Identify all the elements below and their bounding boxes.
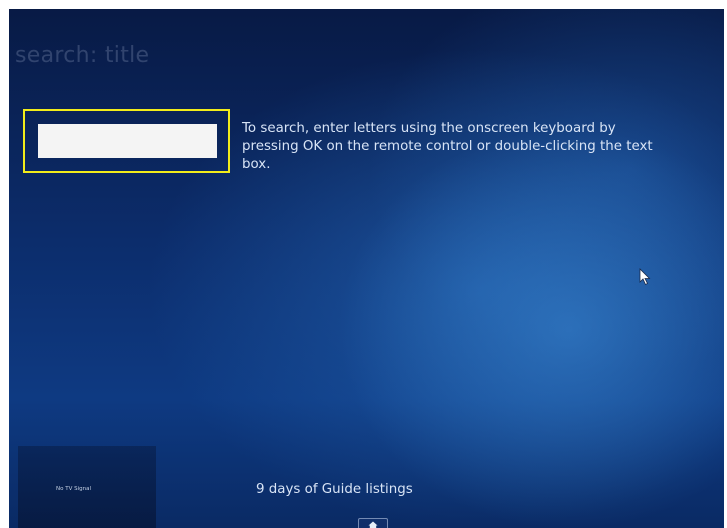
search-instructions: To search, enter letters using the onscr…	[242, 121, 653, 172]
media-center-screen: search: title To search, enter letters u…	[9, 9, 724, 528]
page-title: search: title	[15, 43, 150, 68]
mouse-pointer-icon	[639, 268, 651, 286]
guide-listings-status: 9 days of Guide listings	[256, 482, 413, 497]
search-focus-frame	[23, 109, 230, 173]
home-icon	[368, 521, 378, 528]
home-button[interactable]	[358, 518, 388, 528]
live-tv-preview[interactable]: No TV Signal	[18, 446, 156, 528]
search-input[interactable]	[38, 124, 217, 158]
tv-signal-label: No TV Signal	[56, 486, 91, 492]
